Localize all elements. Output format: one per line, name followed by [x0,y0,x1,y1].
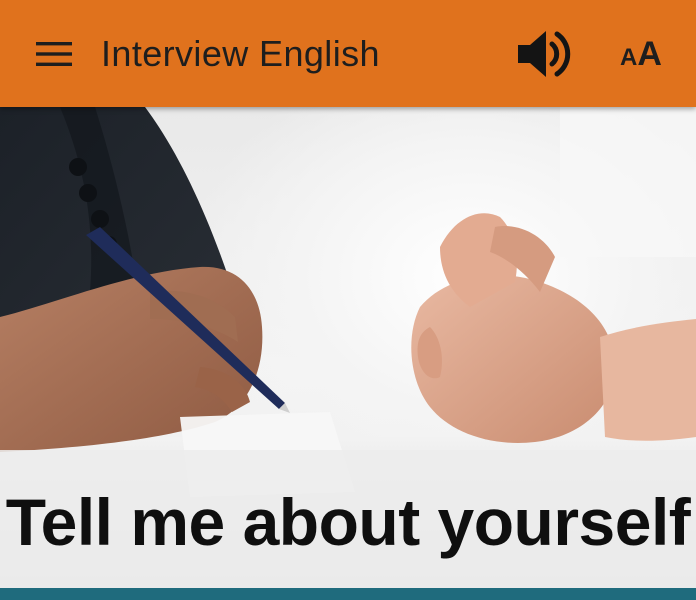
font-size-small-glyph: A [620,44,638,71]
speaker-volume-icon [518,31,571,77]
font-size-button[interactable]: A A [610,28,672,80]
hamburger-menu-icon [36,42,72,66]
hero-image: Tell me about yourself [0,107,696,588]
speaker-button[interactable] [510,22,580,86]
bottom-accent-bar [0,588,696,600]
app-screen: Interview English A A Tell me about your… [0,0,696,600]
menu-button[interactable] [26,28,82,80]
app-title: Interview English [101,33,380,74]
app-bar: Interview English A A [0,0,696,107]
phrase-caption: Tell me about yourself [0,450,696,588]
phrase-title: Tell me about yourself [5,485,691,559]
font-size-large-glyph: A [637,35,662,73]
